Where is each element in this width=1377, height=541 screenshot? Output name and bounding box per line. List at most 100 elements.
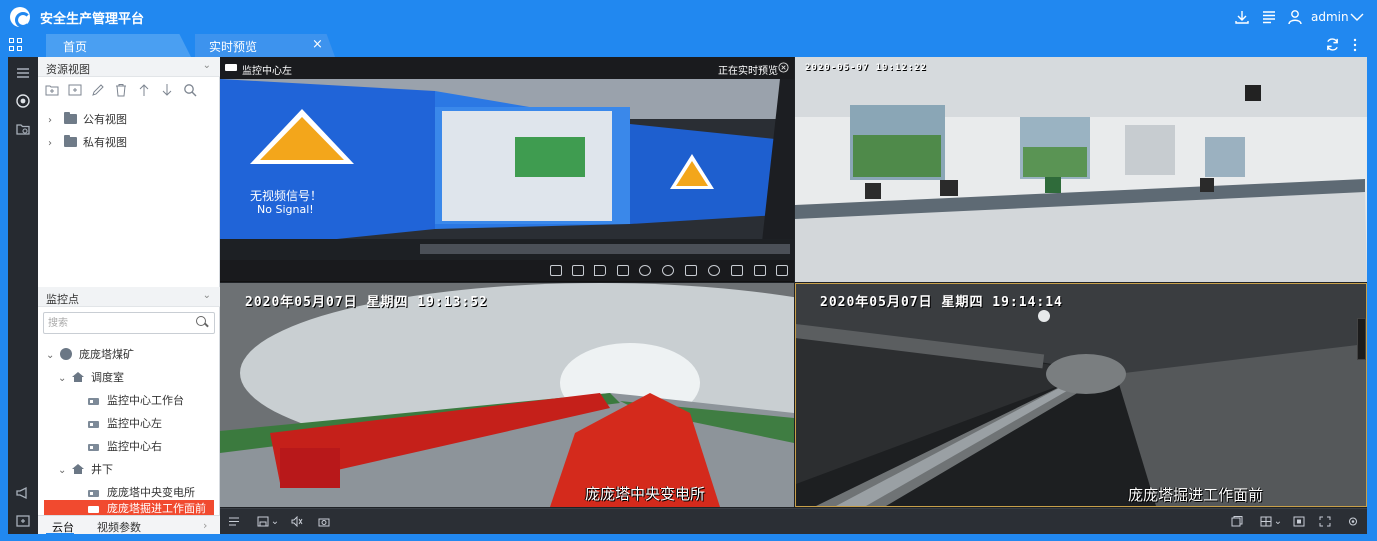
add-view-icon[interactable] (68, 83, 82, 97)
folder-icon (64, 112, 77, 124)
tree-node-public-view[interactable]: › 公有视图 (48, 111, 127, 131)
record-icon[interactable] (617, 265, 629, 276)
user-icon[interactable] (1287, 9, 1303, 25)
mute-icon[interactable] (594, 265, 606, 276)
menu-list-icon[interactable] (1261, 9, 1277, 25)
chevron-right-icon[interactable]: › (48, 138, 60, 149)
video-frame-tunnel (796, 284, 1366, 506)
chevron-right-icon[interactable]: › (203, 519, 207, 532)
search-icon[interactable] (195, 315, 209, 329)
tree-camera-item[interactable]: 监控中心工作台 (88, 392, 184, 412)
tab-live-preview-label: 实时预览 (209, 40, 258, 54)
settings-gear-icon[interactable] (1347, 516, 1359, 527)
chevron-down-icon[interactable]: ⌄ (269, 516, 281, 527)
osd-timestamp: 2020年05月07日 星期四 19:13:52 (245, 295, 488, 310)
video-frame-control-room (220, 79, 794, 260)
no-signal-text-en: No Signal! (257, 203, 314, 216)
osd-timestamp: 2020-05-07 19:12:22 (805, 63, 927, 73)
camera-label: 监控中心左 (107, 417, 162, 430)
preview-toolbar: ⌄ ⌄ (220, 508, 1367, 534)
chevron-down-icon[interactable]: ⌄ (1272, 516, 1284, 527)
delete-icon[interactable] (114, 83, 128, 97)
camera-label: 庞庞塔中央变电所 (107, 486, 195, 499)
tree-node-underground[interactable]: ⌄ 井下 (58, 461, 113, 481)
add-folder-icon[interactable] (45, 83, 59, 97)
camera-icon (225, 64, 237, 71)
camera-snapshot-icon[interactable] (318, 516, 330, 527)
apps-grid-icon[interactable] (9, 38, 23, 52)
video-cell-4-active[interactable]: 2020年05月07日 星期四 19:14:14 庞庞塔掘进工作面前 (795, 283, 1367, 507)
video-cell-toolbar (220, 260, 794, 281)
monitor-points-header[interactable]: 监控点 ⌄ (38, 287, 220, 307)
tree-node-dispatch-room[interactable]: ⌄ 调度室 (58, 369, 124, 389)
fullscreen-icon[interactable] (1319, 516, 1331, 527)
edit-icon[interactable] (91, 83, 105, 97)
hamburger-icon[interactable] (15, 65, 31, 81)
refresh-icon[interactable] (1325, 37, 1340, 52)
chevron-down-icon[interactable]: ⌄ (58, 465, 70, 476)
save-icon[interactable] (257, 516, 269, 527)
picture-icon[interactable] (776, 265, 788, 276)
preview-target-icon[interactable] (15, 93, 31, 109)
video-cell-1[interactable]: 监控中心左 正在实时预览 无视频信号！ No Signal! (220, 57, 794, 282)
chevron-down-icon[interactable]: ⌄ (58, 373, 70, 384)
camera-label: 庞庞塔掘进工作面前 (107, 502, 206, 515)
tab-live-preview[interactable]: 实时预览 × (195, 34, 335, 57)
username-label[interactable]: admin (1311, 10, 1349, 24)
video-cell-3[interactable]: 2020年05月07日 星期四 19:13:52 庞庞塔中央变电所 (220, 283, 794, 507)
list-icon[interactable] (228, 516, 240, 527)
volume-icon[interactable] (291, 516, 303, 527)
split-layout-icon[interactable] (1260, 516, 1272, 527)
tree-camera-item[interactable]: 监控中心左 (88, 415, 162, 435)
tab-video-params[interactable]: 视频参数 (97, 519, 141, 535)
arrow-up-icon[interactable] (137, 83, 151, 97)
chevron-down-icon[interactable]: ⌄ (203, 290, 211, 301)
camera-icon (88, 398, 99, 405)
tree-camera-item-selected[interactable]: 庞庞塔掘进工作面前 (44, 500, 214, 515)
osd-timestamp: 2020年05月07日 星期四 19:14:14 (820, 295, 1063, 310)
more-vertical-icon[interactable] (1352, 38, 1358, 52)
tree-node-label: 井下 (91, 463, 113, 476)
tab-home[interactable]: 首页 (46, 34, 191, 57)
window-icon[interactable] (1231, 516, 1243, 527)
tree-node-private-view[interactable]: › 私有视图 (48, 134, 127, 154)
side-toggle-handle[interactable] (1357, 318, 1366, 360)
chevron-down-icon[interactable]: ⌄ (46, 350, 58, 361)
video-cell-title: 监控中心左 (242, 66, 292, 77)
search-icon[interactable] (183, 83, 197, 97)
monitor-search-box[interactable] (43, 312, 215, 334)
camera-icon (88, 444, 99, 451)
grid-view-icon[interactable] (1293, 516, 1305, 527)
video-grid: 监控中心左 正在实时预览 无视频信号！ No Signal! 2020-05-0… (220, 57, 1367, 534)
globe-icon (60, 348, 72, 360)
camera-icon (88, 421, 99, 428)
tag-icon[interactable] (731, 265, 743, 276)
download-icon[interactable] (1234, 9, 1250, 25)
arrow-down-icon[interactable] (160, 83, 174, 97)
zoom-in-icon[interactable] (662, 265, 674, 276)
tree-node-mine[interactable]: ⌄ 庞庞塔煤矿 (46, 346, 134, 366)
osd-location-caption: 庞庞塔掘进工作面前 (1128, 486, 1264, 504)
ptz-icon[interactable] (685, 265, 697, 276)
chevron-down-icon[interactable] (1349, 12, 1365, 22)
close-icon[interactable]: × (312, 37, 323, 52)
folder-icon (64, 135, 77, 147)
playback-folder-icon[interactable] (15, 121, 31, 137)
tab-home-label: 首页 (63, 40, 88, 54)
image-icon[interactable] (754, 265, 766, 276)
tab-bar: 首页 实时预览 × (0, 33, 1377, 57)
layout-icon[interactable] (550, 265, 562, 276)
snapshot-icon[interactable] (572, 265, 584, 276)
search-input[interactable] (48, 316, 188, 330)
resource-view-header[interactable]: 资源视图 ⌄ (38, 57, 220, 77)
video-cell-2[interactable]: 2020-05-07 19:12:22 (795, 57, 1367, 282)
digital-zoom-icon[interactable] (708, 265, 720, 276)
chevron-down-icon[interactable]: ⌄ (203, 60, 211, 71)
broadcast-icon[interactable] (15, 485, 31, 501)
chevron-right-icon[interactable]: › (48, 115, 60, 126)
playback-icon[interactable] (639, 265, 651, 276)
tree-camera-item[interactable]: 监控中心右 (88, 438, 162, 458)
monitor-points-title: 监控点 (46, 293, 79, 306)
export-icon[interactable] (15, 513, 31, 529)
close-icon[interactable] (778, 62, 789, 73)
